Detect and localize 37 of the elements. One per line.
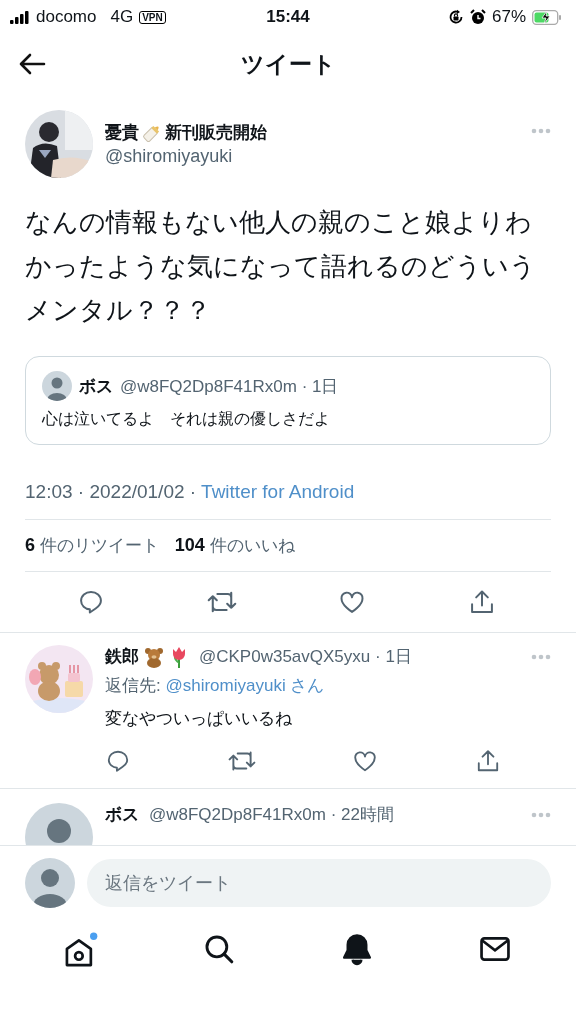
reply-author-name: ボス [105,804,139,826]
page-title: ツイート [240,49,336,79]
engagement-count[interactable]: 6 件のリツイート [25,534,159,557]
reply-icon[interactable] [105,748,131,774]
clock: 15:44 [265,7,311,27]
carrier-name: docomo [36,7,97,27]
quoted-author-handle: @w8FQ2Dp8F41Rx0m · 1日 [120,375,339,398]
mention-link[interactable]: @shiromiyayuki さん [165,676,325,695]
default-avatar-icon [25,858,75,908]
quoted-tweet-text: 心は泣いてるよ それは親の優しさだよ [42,409,331,429]
signal-icon [10,10,30,24]
teddy-bear-icon [143,645,165,668]
reply-author-name: 鉄郎 [105,646,139,668]
reply-input-field[interactable]: 返信をツイート [87,859,551,907]
author-name: 憂貴 [105,122,139,144]
reply-icon[interactable] [77,588,105,616]
network-type: 4G [110,7,134,27]
vpn-badge: VPN [139,10,166,24]
quoted-tweet-card[interactable]: ボス @w8FQ2Dp8F41Rx0m · 1日 心は泣いてるよ それは親の優しさだよ [25,356,551,445]
tweet-timestamp: 12:03 · 2022/01/02 · Twitter for Android [25,481,356,503]
alarm-icon [469,9,486,25]
tweet-text: なんの情報もない他人の親のこと娘よりわかったような気になって語れるのどういうメンタル？？？ [25,206,537,327]
default-avatar-icon [42,371,72,401]
bell-icon[interactable] [340,932,374,966]
reply-handle: @CKP0w35avQX5yxu · 1日 [199,646,412,668]
heart-icon[interactable] [352,748,379,774]
author-name-suffix: 新刊販売開始 [165,122,267,144]
battery-percent: 67% [491,7,526,27]
retweet-icon[interactable] [227,748,256,774]
author-handle: @shiromiyayuki [105,146,234,167]
reply-text: 変なやついっぱいいるね [105,708,293,730]
back-arrow-icon[interactable] [18,53,46,75]
engagement-count[interactable]: 104 件のいいね [174,534,295,557]
quoted-author-name: ボス [79,375,113,398]
rotation-lock-icon [447,9,464,25]
reply-handle: @w8FQ2Dp8F41Rx0m · 22時間 [149,804,394,826]
replying-to-text: 返信先: @shiromiyayuki さん [105,675,326,697]
